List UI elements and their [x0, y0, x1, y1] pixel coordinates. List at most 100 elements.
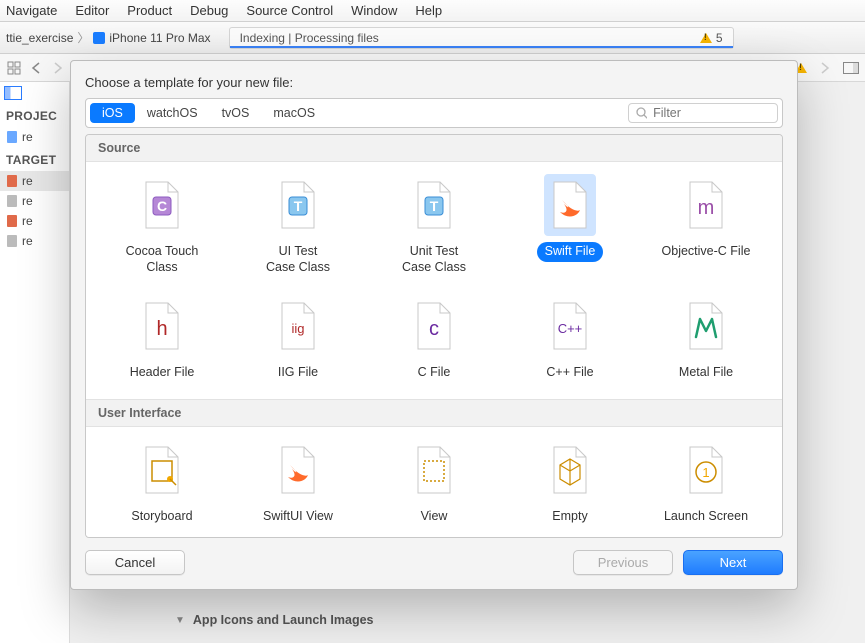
navigator-item[interactable]: re [0, 127, 69, 147]
device-icon [93, 32, 105, 44]
previous-button: Previous [573, 550, 673, 575]
svg-text:C: C [157, 198, 167, 214]
platform-filter-row: iOSwatchOStvOSmacOS [85, 98, 783, 128]
panel-right-icon[interactable] [843, 60, 859, 76]
warning-count: 5 [716, 31, 723, 45]
template-swiftui-view[interactable]: SwiftUI View [230, 439, 366, 527]
template-label: UI Test Case Class [258, 242, 338, 277]
objective-c-file-icon: m [680, 174, 732, 236]
template-swift-file[interactable]: Swift File [502, 174, 638, 277]
template-header-file[interactable]: h Header File [94, 295, 230, 383]
template-objective-c-file[interactable]: mObjective-C File [638, 174, 774, 277]
menu-help[interactable]: Help [415, 3, 442, 18]
empty-icon [544, 439, 596, 501]
cpp-file-icon: C++ [544, 295, 596, 357]
group-header: Source [86, 135, 782, 162]
filter-field[interactable] [628, 103, 778, 123]
section-project: PROJEC [0, 103, 69, 127]
nav-forward-icon[interactable] [50, 60, 66, 76]
svg-text:c: c [429, 318, 439, 340]
platform-tab-macos[interactable]: macOS [261, 103, 327, 123]
menu-window[interactable]: Window [351, 3, 397, 18]
breadcrumb-sep: 〉 [77, 29, 89, 46]
cocoa-touch-class-icon: C [136, 174, 188, 236]
sheet-title: Choose a template for your new file: [85, 75, 783, 90]
system-menubar: Navigate Editor Product Debug Source Control… [0, 0, 865, 22]
iig-file-icon: iig [272, 295, 324, 357]
menu-debug[interactable]: Debug [190, 3, 228, 18]
panel-toggle[interactable] [0, 82, 69, 103]
template-label: Launch Screen [656, 507, 756, 527]
menu-product[interactable]: Product [127, 3, 172, 18]
header-file-icon: h [136, 295, 188, 357]
button-row: Cancel Previous Next [85, 550, 783, 575]
breadcrumb-project[interactable]: ttie_exercise [6, 31, 73, 45]
navigator-item[interactable]: re [0, 171, 69, 191]
template-view[interactable]: View [366, 439, 502, 527]
launch-screen-icon: 1 [680, 439, 732, 501]
template-label: C++ File [538, 363, 601, 383]
template-label: SwiftUI View [255, 507, 341, 527]
progress-bar [230, 46, 733, 48]
template-label: Storyboard [123, 507, 200, 527]
activity-warning[interactable]: 5 [700, 31, 723, 45]
svg-text:T: T [430, 198, 439, 214]
new-file-sheet: Choose a template for your new file: iOS… [70, 60, 798, 590]
disclosure-triangle-icon[interactable]: ▼ [175, 615, 185, 626]
template-c-file[interactable]: cC File [366, 295, 502, 383]
svg-text:iig: iig [291, 321, 304, 336]
ui-test-case-class-icon: T [272, 174, 324, 236]
template-metal-file[interactable]: Metal File [638, 295, 774, 383]
platform-tab-watchos[interactable]: watchOS [135, 103, 210, 123]
menu-source-control[interactable]: Source Control [246, 3, 333, 18]
breadcrumb-device[interactable]: iPhone 11 Pro Max [109, 31, 210, 45]
svg-text:T: T [294, 198, 303, 214]
platform-tabs: iOSwatchOStvOSmacOS [90, 103, 327, 123]
navigator-panel: PROJEC re TARGET rererere [0, 82, 70, 643]
template-label: Header File [122, 363, 203, 383]
swiftui-view-icon [272, 439, 324, 501]
template-ui-test-case-class[interactable]: T UI Test Case Class [230, 174, 366, 277]
navigator-item[interactable]: re [0, 191, 69, 211]
metal-file-icon [680, 295, 732, 357]
platform-tab-tvos[interactable]: tvOS [210, 103, 262, 123]
disclosure-section[interactable]: ▼ App Icons and Launch Images [175, 613, 374, 627]
template-label: Unit Test Case Class [394, 242, 474, 277]
activity-text: Indexing | Processing files [240, 31, 379, 45]
svg-text:m: m [698, 197, 715, 219]
breadcrumb[interactable]: ttie_exercise 〉 iPhone 11 Pro Max [6, 29, 211, 46]
filter-input[interactable] [653, 106, 771, 120]
c-file-icon: c [408, 295, 460, 357]
menu-navigate[interactable]: Navigate [6, 3, 57, 18]
filter-icon [635, 106, 647, 120]
section-targets: TARGET [0, 147, 69, 171]
svg-text:h: h [156, 318, 167, 340]
template-storyboard[interactable]: Storyboard [94, 439, 230, 527]
storyboard-icon [136, 439, 188, 501]
group-header: User Interface [86, 399, 782, 427]
template-iig-file[interactable]: iigIIG File [230, 295, 366, 383]
activity-tab: Indexing | Processing files 5 [229, 27, 734, 49]
view-icon [408, 439, 460, 501]
template-label: View [413, 507, 456, 527]
template-empty[interactable]: Empty [502, 439, 638, 527]
template-launch-screen[interactable]: 1 Launch Screen [638, 439, 774, 527]
template-unit-test-case-class[interactable]: T Unit Test Case Class [366, 174, 502, 277]
navigator-item[interactable]: re [0, 231, 69, 251]
cancel-button[interactable]: Cancel [85, 550, 185, 575]
menu-editor[interactable]: Editor [75, 3, 109, 18]
template-label: Metal File [671, 363, 741, 383]
grid-icon[interactable] [6, 60, 22, 76]
svg-text:1: 1 [702, 465, 709, 480]
next-button[interactable]: Next [683, 550, 783, 575]
nav-forward2-icon[interactable] [817, 60, 833, 76]
unit-test-case-class-icon: T [408, 174, 460, 236]
toolbar: ttie_exercise 〉 iPhone 11 Pro Max Indexi… [0, 22, 865, 54]
navigator-item[interactable]: re [0, 211, 69, 231]
template-cpp-file[interactable]: C++ C++ File [502, 295, 638, 383]
template-label: Cocoa Touch Class [118, 242, 207, 277]
template-cocoa-touch-class[interactable]: C Cocoa Touch Class [94, 174, 230, 277]
nav-back-icon[interactable] [28, 60, 44, 76]
swift-file-icon [544, 174, 596, 236]
platform-tab-ios[interactable]: iOS [90, 103, 135, 123]
